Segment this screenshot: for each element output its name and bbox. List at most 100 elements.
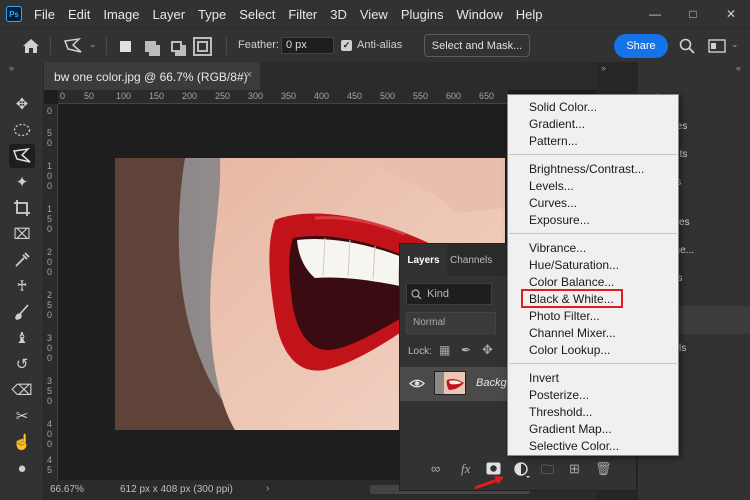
ruler-tick: 5 [47,300,53,310]
antialias-label: Anti-alias [357,39,403,51]
menu-image[interactable]: Image [103,7,139,22]
add-selection-icon[interactable] [145,41,156,52]
document-tab[interactable]: bw one color.jpg @ 66.7% (RGB/8#) [44,62,260,90]
ruler-tick: 2 [47,290,53,300]
menu-select[interactable]: Select [239,7,275,22]
intersect-selection-icon[interactable] [193,37,212,56]
magic-wand-tool-icon[interactable]: ✦ [9,170,35,194]
feather-input[interactable]: 0 px [281,37,334,54]
search-icon[interactable] [679,38,695,54]
menu-item-levels[interactable]: Levels... [529,179,574,193]
ruler-tick: 0 [47,171,53,181]
menu-item-curves[interactable]: Curves... [529,196,577,210]
clone-stamp-tool-icon[interactable]: ♝ [9,326,35,350]
lock-position-icon[interactable]: ✥ [482,342,493,358]
menu-items: File Edit Image Layer Type Select Filter… [34,7,555,22]
menu-item-vibrance[interactable]: Vibrance... [529,241,586,255]
maximize-icon[interactable]: □ [674,7,712,21]
marquee-tool-icon[interactable] [9,118,35,142]
vertical-ruler: 0 5 0 1 0 0 1 5 0 2 0 0 2 5 0 3 0 0 3 5 … [44,104,58,480]
menu-type[interactable]: Type [198,7,226,22]
menu-3d[interactable]: 3D [330,7,347,22]
ruler-tick: 5 [47,465,53,475]
smudge-tool-icon[interactable]: ☝ [9,430,35,454]
menu-item-posterize[interactable]: Posterize... [529,388,589,402]
workspace-chevron-icon[interactable]: ⌄ [731,39,739,50]
antialias-checkbox[interactable]: ✓ [341,40,352,51]
menu-item-hue-saturation[interactable]: Hue/Saturation... [529,258,619,272]
eraser-tool-icon[interactable]: ⌫ [9,378,35,402]
new-group-icon[interactable]: 🗀 [541,461,554,483]
link-layers-icon[interactable]: ∞ [431,461,440,476]
menu-item-brightness-contrast[interactable]: Brightness/Contrast... [529,162,644,176]
ruler-tick: 400 [314,91,330,101]
delete-layer-icon[interactable]: 🗑 [595,461,612,477]
ruler-tick: 4 [47,455,53,465]
tab-channels[interactable]: Channels [450,255,492,266]
frame-tool-icon[interactable]: ⌧ [9,222,35,246]
document-close-icon[interactable]: × [246,69,252,81]
paint-bucket-tool-icon[interactable]: ✂ [9,404,35,428]
menu-layer[interactable]: Layer [153,7,186,22]
menu-filter[interactable]: Filter [288,7,317,22]
tool-preset-chevron-icon[interactable]: ⌄ [89,39,97,50]
menu-plugins[interactable]: Plugins [401,7,444,22]
menu-help[interactable]: Help [516,7,543,22]
ruler-tick: 5 [47,128,53,138]
blend-mode-select[interactable]: Normal [406,312,496,334]
menu-item-threshold[interactable]: Threshold... [529,405,592,419]
lock-paint-icon[interactable]: ✒ [461,343,471,357]
ruler-tick: 650 [479,91,495,101]
menu-file[interactable]: File [34,7,55,22]
tools-panel: » ✥ ✦ ⌧ ♰ ♝ ↺ ⌫ ✂ ☝ ● [0,62,44,500]
fx-icon[interactable]: fx [461,461,470,477]
polygonal-lasso-icon[interactable] [62,36,84,56]
new-adjustment-layer-icon[interactable] [513,461,531,479]
menu-item-color-balance[interactable]: Color Balance... [529,275,614,289]
lock-label: Lock: [408,346,432,357]
close-window-icon[interactable]: ✕ [712,7,750,21]
workspace-icon[interactable] [708,38,726,54]
brush-tool-icon[interactable] [9,300,35,324]
menu-item-gradient-map[interactable]: Gradient Map... [529,422,612,436]
new-selection-icon[interactable] [120,41,131,52]
menu-item-solid-color[interactable]: Solid Color... [529,100,597,114]
menu-item-gradient[interactable]: Gradient... [529,117,585,131]
select-and-mask-button[interactable]: Select and Mask... [424,34,530,57]
move-tool-icon[interactable]: ✥ [9,92,35,116]
menu-view[interactable]: View [360,7,388,22]
visibility-eye-icon[interactable] [409,378,425,389]
healing-brush-tool-icon[interactable]: ♰ [9,274,35,298]
menu-item-photo-filter[interactable]: Photo Filter... [529,309,600,323]
zoom-level[interactable]: 66.67% [50,484,84,495]
menu-item-pattern[interactable]: Pattern... [529,134,578,148]
dock-collapse-icon[interactable]: « [736,63,741,73]
subtract-selection-icon[interactable] [171,41,182,52]
layers-footer: ∞ fx 🗀 ⊞ 🗑 [400,458,638,480]
minimize-icon[interactable]: — [636,7,674,21]
dodge-tool-icon[interactable]: ● [9,456,35,480]
tab-layers[interactable]: Layers [400,244,447,276]
menu-edit[interactable]: Edit [68,7,90,22]
layer-name[interactable]: Backgr [476,377,510,389]
history-brush-tool-icon[interactable]: ↺ [9,352,35,376]
new-layer-icon[interactable]: ⊞ [569,461,580,477]
share-button[interactable]: Share [614,34,668,58]
menu-window[interactable]: Window [456,7,502,22]
menu-item-exposure[interactable]: Exposure... [529,213,590,227]
eyedropper-tool-icon[interactable] [9,248,35,272]
ruler-tick: 5 [47,214,53,224]
menu-item-color-lookup[interactable]: Color Lookup... [529,343,610,357]
lock-pixels-icon[interactable]: ▦ [439,343,450,357]
lasso-tool-icon[interactable] [9,144,35,168]
toolbar-collapse-icon[interactable]: » [9,63,14,73]
menu-item-channel-mixer[interactable]: Channel Mixer... [529,326,616,340]
filter-search-icon [411,289,422,300]
strip-collapse-icon[interactable]: » [601,63,606,73]
ruler-tick: 600 [446,91,462,101]
status-chevron-icon[interactable]: › [266,483,269,494]
menu-item-selective-color[interactable]: Selective Color... [529,439,619,453]
home-icon[interactable] [22,38,40,54]
crop-tool-icon[interactable] [9,196,35,220]
menu-item-invert[interactable]: Invert [529,371,559,385]
